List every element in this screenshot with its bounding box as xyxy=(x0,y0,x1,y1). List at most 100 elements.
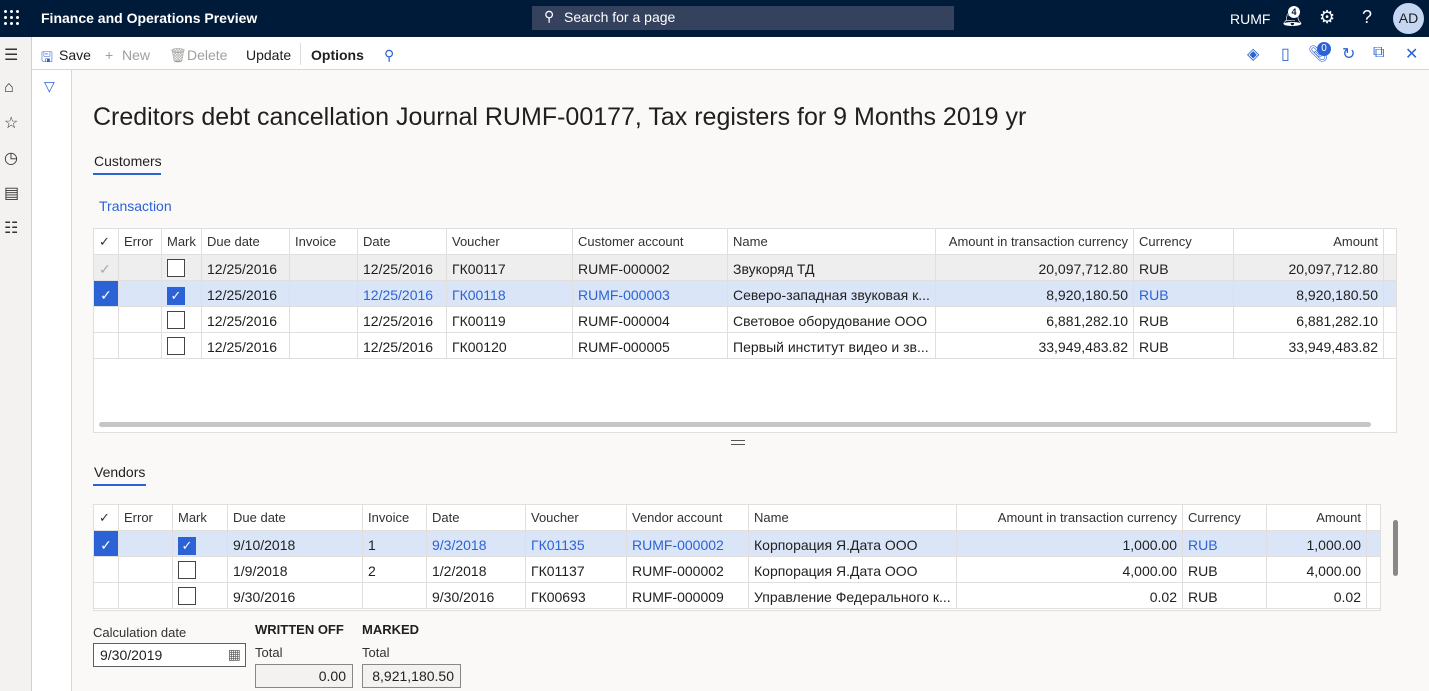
column-header-amount-tx[interactable]: Amount in transaction currency xyxy=(936,229,1134,254)
cell-invoice xyxy=(290,281,358,306)
power-apps-icon[interactable]: ◈ xyxy=(1247,44,1259,64)
mark-checkbox[interactable] xyxy=(167,337,185,355)
mark-cell[interactable] xyxy=(162,255,202,280)
table-row[interactable]: 1/9/2018 2 1/2/2018 ГК01137 RUMF-000002 Корпо… xyxy=(94,557,1380,583)
star-icon[interactable]: ☆ xyxy=(4,113,18,133)
column-header-due-date[interactable]: Due date xyxy=(202,229,290,254)
close-icon[interactable]: ✕ xyxy=(1405,44,1418,64)
options-button[interactable]: Options xyxy=(311,47,364,63)
clock-icon[interactable]: ◷ xyxy=(4,148,18,168)
column-header-invoice[interactable]: Invoice xyxy=(363,505,427,530)
table-row[interactable]: 12/25/2016 12/25/2016 ГК00119 RUMF-000004 Св… xyxy=(94,307,1396,333)
workspace-icon[interactable]: ▤ xyxy=(4,183,19,203)
row-selector[interactable] xyxy=(94,333,119,358)
mark-checkbox[interactable] xyxy=(178,587,196,605)
column-header-due-date[interactable]: Due date xyxy=(228,505,363,530)
column-header-mark[interactable]: Mark xyxy=(162,229,202,254)
mark-checkbox[interactable]: ✓ xyxy=(178,537,196,555)
column-header-name[interactable]: Name xyxy=(728,229,936,254)
table-row[interactable]: ✓ 12/25/2016 12/25/2016 ГК00117 RUMF-000002 З… xyxy=(94,255,1396,281)
vertical-scrollbar[interactable] xyxy=(1393,520,1398,576)
column-header-amount[interactable]: Amount xyxy=(1267,505,1367,530)
mark-checkbox[interactable]: ✓ xyxy=(167,287,185,305)
new-button[interactable]: New xyxy=(122,47,150,63)
row-selector[interactable] xyxy=(94,557,119,582)
search-icon[interactable]: ⚲ xyxy=(384,47,394,64)
open-new-window-icon[interactable]: ⧉ xyxy=(1373,44,1384,62)
column-header-date[interactable]: Date xyxy=(427,505,526,530)
nav-rail: ☰ ⌂ ☆ ◷ ▤ ☷ xyxy=(0,37,32,691)
page-title: Creditors debt cancellation Journal RUMF… xyxy=(93,103,1027,131)
cell-name: Звукоряд ТД xyxy=(728,255,936,280)
search-input[interactable]: ⚲ Search for a page xyxy=(532,6,954,30)
mark-checkbox[interactable] xyxy=(167,259,185,277)
column-header-amount-tx[interactable]: Amount in transaction currency xyxy=(957,505,1183,530)
column-header-invoice[interactable]: Invoice xyxy=(290,229,358,254)
row-selector[interactable]: ✓ xyxy=(94,531,119,556)
calc-date-value: 9/30/2019 xyxy=(100,647,163,663)
select-all-checkbox[interactable]: ✓ xyxy=(94,229,119,254)
calendar-icon[interactable]: ▦ xyxy=(228,646,241,663)
column-header-account[interactable]: Vendor account xyxy=(627,505,749,530)
mark-cell[interactable]: ✓ xyxy=(173,531,228,556)
delete-button[interactable]: Delete xyxy=(187,47,227,63)
company-picker[interactable]: RUMF xyxy=(1230,11,1270,27)
filter-pane: ▽ xyxy=(32,70,72,691)
update-button[interactable]: Update xyxy=(246,47,291,63)
transaction-tab[interactable]: Transaction xyxy=(99,198,172,214)
row-selector[interactable]: ✓ xyxy=(94,255,119,280)
help-icon[interactable]: ? xyxy=(1362,7,1372,28)
refresh-icon[interactable]: ↻ xyxy=(1342,44,1355,64)
column-header-currency[interactable]: Currency xyxy=(1183,505,1267,530)
table-row[interactable]: ✓ ✓ 12/25/2016 12/25/2016 ГК00118 RUMF-000003… xyxy=(94,281,1396,307)
app-launcher-icon[interactable] xyxy=(4,10,20,26)
cell-amount-tx: 20,097,712.80 xyxy=(936,255,1134,280)
row-selector[interactable]: ✓ xyxy=(94,281,119,306)
written-off-heading: WRITTEN OFF xyxy=(255,622,344,637)
save-button[interactable]: Save xyxy=(59,47,91,63)
mark-checkbox[interactable] xyxy=(178,561,196,579)
mark-checkbox[interactable] xyxy=(167,311,185,329)
cell-error xyxy=(119,281,162,306)
column-header-voucher[interactable]: Voucher xyxy=(447,229,573,254)
cell-due-date: 12/25/2016 xyxy=(202,281,290,306)
column-header-currency[interactable]: Currency xyxy=(1134,229,1234,254)
office-icon[interactable]: ▯ xyxy=(1281,44,1290,64)
cell-invoice: 1 xyxy=(363,531,427,556)
column-header-amount[interactable]: Amount xyxy=(1234,229,1384,254)
column-header-voucher[interactable]: Voucher xyxy=(526,505,627,530)
table-row[interactable]: 12/25/2016 12/25/2016 ГК00120 RUMF-000005 Пе… xyxy=(94,333,1396,359)
mark-cell[interactable]: ✓ xyxy=(162,281,202,306)
table-row[interactable]: ✓ ✓ 9/10/2018 1 9/3/2018 ГК01135 RUMF-000002 Ко… xyxy=(94,531,1380,557)
horizontal-scrollbar[interactable] xyxy=(99,422,1371,427)
mark-cell[interactable] xyxy=(173,557,228,582)
column-header-date[interactable]: Date xyxy=(358,229,447,254)
cell-voucher: ГК01137 xyxy=(526,557,627,582)
row-selector[interactable] xyxy=(94,583,119,608)
cell-date: 9/30/2016 xyxy=(427,583,526,608)
row-selector[interactable] xyxy=(94,307,119,332)
vendors-section-header[interactable]: Vendors xyxy=(94,464,145,480)
select-all-checkbox[interactable]: ✓ xyxy=(94,505,119,530)
column-header-name[interactable]: Name xyxy=(749,505,957,530)
column-header-mark[interactable]: Mark xyxy=(173,505,228,530)
avatar[interactable]: AD xyxy=(1393,3,1424,34)
hamburger-icon[interactable]: ☰ xyxy=(4,45,18,65)
home-icon[interactable]: ⌂ xyxy=(4,79,14,97)
mark-cell[interactable] xyxy=(162,333,202,358)
column-header-error[interactable]: Error xyxy=(119,229,162,254)
written-off-total-label: Total xyxy=(255,645,283,660)
splitter-handle[interactable] xyxy=(731,440,745,445)
mark-cell[interactable] xyxy=(173,583,228,608)
column-header-error[interactable]: Error xyxy=(119,505,173,530)
calc-date-input[interactable]: 9/30/2019 ▦ xyxy=(93,643,246,667)
mark-cell[interactable] xyxy=(162,307,202,332)
cell-date: 12/25/2016 xyxy=(358,307,447,332)
filter-icon[interactable]: ▽ xyxy=(44,78,55,95)
gear-icon[interactable]: ⚙ xyxy=(1319,7,1335,28)
table-row[interactable]: 9/30/2016 9/30/2016 ГК00693 RUMF-000009 Упра… xyxy=(94,583,1380,609)
column-header-account[interactable]: Customer account xyxy=(573,229,728,254)
list-icon[interactable]: ☷ xyxy=(4,218,18,238)
cell-error xyxy=(119,307,162,332)
customers-section-header[interactable]: Customers xyxy=(94,153,162,169)
